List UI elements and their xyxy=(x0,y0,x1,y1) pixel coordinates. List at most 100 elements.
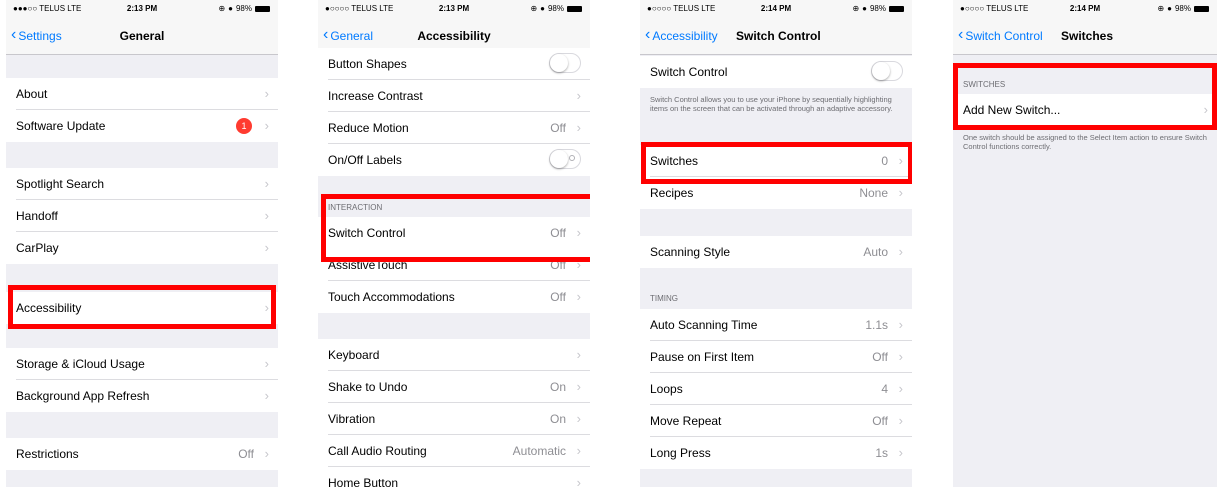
location-icon: ⊕ xyxy=(1157,4,1165,13)
battery-percent: 98% xyxy=(235,4,252,13)
status-bar: ●○○○○ TELUS LTE 2:14 PM ⊕ ● 98% xyxy=(953,0,1217,18)
chevron-right-icon: › xyxy=(576,88,581,103)
row-long-press[interactable]: Long Press 1s › xyxy=(640,437,912,469)
battery-icon xyxy=(255,5,270,12)
toggle-switch[interactable] xyxy=(549,149,581,169)
row-switch-control-toggle[interactable]: Switch Control xyxy=(640,56,912,88)
alarm-icon: ● xyxy=(540,4,545,13)
nav-bar: ‹ Settings General xyxy=(6,18,278,55)
chevron-right-icon: › xyxy=(576,120,581,135)
row-increase-contrast[interactable]: Increase Contrast › xyxy=(318,80,590,112)
row-shake-to-undo[interactable]: Shake to Undo On › xyxy=(318,371,590,403)
row-auto-scanning-time[interactable]: Auto Scanning Time 1.1s › xyxy=(640,309,912,341)
row-value: Automatic xyxy=(512,444,566,458)
row-label: Software Update xyxy=(16,119,106,133)
back-label: Accessibility xyxy=(652,29,718,43)
row-loops[interactable]: Loops 4 › xyxy=(640,373,912,405)
row-label: Recipes xyxy=(650,186,694,200)
row-handoff[interactable]: Handoff › xyxy=(6,200,278,232)
alarm-icon: ● xyxy=(1167,4,1172,13)
row-label: Background App Refresh xyxy=(16,389,150,403)
chevron-right-icon: › xyxy=(264,176,269,191)
chevron-right-icon: › xyxy=(576,379,581,394)
row-label: Restrictions xyxy=(16,447,79,461)
row-value: 1s xyxy=(875,446,888,460)
row-label: Vibration xyxy=(328,412,376,426)
back-label: Switch Control xyxy=(965,29,1043,43)
row-scanning-style[interactable]: Scanning Style Auto › xyxy=(640,236,912,268)
chevron-right-icon: › xyxy=(264,86,269,101)
chevron-right-icon: › xyxy=(898,317,903,332)
chevron-right-icon: › xyxy=(898,413,903,428)
row-value: On xyxy=(549,412,566,426)
chevron-right-icon: › xyxy=(264,240,269,255)
description-text: Switch Control allows you to use your iP… xyxy=(650,95,893,113)
nav-title: Accessibility xyxy=(417,29,491,43)
off-label-icon xyxy=(569,155,575,161)
row-value: Off xyxy=(550,290,566,304)
row-label: Long Press xyxy=(650,446,711,460)
row-touch-accommodations[interactable]: Touch Accommodations Off › xyxy=(318,281,590,313)
row-vibration[interactable]: Vibration On › xyxy=(318,403,590,435)
row-home-button[interactable]: Home Button › xyxy=(318,467,590,487)
row-call-audio-routing[interactable]: Call Audio Routing Automatic › xyxy=(318,435,590,467)
chevron-left-icon: ‹ xyxy=(645,26,651,43)
screen-switches: ●○○○○ TELUS LTE 2:14 PM ⊕ ● 98% ‹ Switch Co… xyxy=(953,0,1217,487)
chevron-right-icon: › xyxy=(576,289,581,304)
row-restrictions[interactable]: Restrictions Off › xyxy=(6,438,278,470)
back-button[interactable]: ‹ Switch Control xyxy=(958,26,1043,44)
row-value: Off xyxy=(550,121,566,135)
row-move-repeat[interactable]: Move Repeat Off › xyxy=(640,405,912,437)
nav-bar: ‹ Accessibility Switch Control xyxy=(640,18,912,55)
row-label: About xyxy=(16,87,48,101)
chevron-right-icon: › xyxy=(576,411,581,426)
nav-bar: ‹ Switch Control Switches xyxy=(953,18,1217,55)
row-value: Off xyxy=(238,447,254,461)
row-value: Off xyxy=(872,414,888,428)
battery-percent: 98% xyxy=(869,4,886,13)
chevron-right-icon: › xyxy=(264,208,269,223)
row-onoff-labels[interactable]: On/Off Labels xyxy=(318,144,590,176)
row-label: Switch Control xyxy=(650,65,728,79)
chevron-right-icon: › xyxy=(898,185,903,200)
section-header: TIMING xyxy=(650,294,678,303)
row-value: Auto xyxy=(863,245,888,259)
chevron-right-icon: › xyxy=(264,388,269,403)
alarm-icon: ● xyxy=(862,4,867,13)
back-button[interactable]: ‹ Accessibility xyxy=(645,26,718,44)
chevron-right-icon: › xyxy=(264,446,269,461)
chevron-right-icon: › xyxy=(576,475,581,487)
chevron-right-icon: › xyxy=(264,356,269,371)
screen-switch-control: ●○○○○ TELUS LTE 2:14 PM ⊕ ● 98% ‹ Accessibi… xyxy=(640,0,912,487)
chevron-right-icon: › xyxy=(898,381,903,396)
notification-badge: 1 xyxy=(236,118,252,134)
row-spotlight-search[interactable]: Spotlight Search › xyxy=(6,168,278,200)
row-label: On/Off Labels xyxy=(328,153,402,167)
row-software-update[interactable]: Software Update 1 › xyxy=(6,110,278,142)
chevron-right-icon: › xyxy=(576,443,581,458)
row-label: Handoff xyxy=(16,209,58,223)
row-label: Pause on First Item xyxy=(650,350,755,364)
highlight-box xyxy=(953,63,1217,130)
row-label: Call Audio Routing xyxy=(328,444,427,458)
row-about[interactable]: About › xyxy=(6,78,278,110)
nav-title: Switch Control xyxy=(736,29,821,43)
row-value: 1.1s xyxy=(865,318,888,332)
nav-title: General xyxy=(119,29,165,43)
row-pause-first-item[interactable]: Pause on First Item Off › xyxy=(640,341,912,373)
row-label: Move Repeat xyxy=(650,414,722,428)
row-label: Storage & iCloud Usage xyxy=(16,357,145,371)
toggle-switch[interactable] xyxy=(549,53,581,73)
toggle-switch[interactable] xyxy=(871,61,903,81)
row-storage-icloud[interactable]: Storage & iCloud Usage › xyxy=(6,348,278,380)
row-value: None xyxy=(859,186,888,200)
row-label: Touch Accommodations xyxy=(328,290,455,304)
row-label: Scanning Style xyxy=(650,245,731,259)
row-keyboard[interactable]: Keyboard › xyxy=(318,339,590,371)
row-button-shapes[interactable]: Button Shapes xyxy=(318,48,590,80)
chevron-left-icon: ‹ xyxy=(958,26,964,43)
row-label: Home Button xyxy=(328,476,399,487)
row-reduce-motion[interactable]: Reduce Motion Off › xyxy=(318,112,590,144)
row-carplay[interactable]: CarPlay › xyxy=(6,232,278,264)
row-background-refresh[interactable]: Background App Refresh › xyxy=(6,380,278,412)
